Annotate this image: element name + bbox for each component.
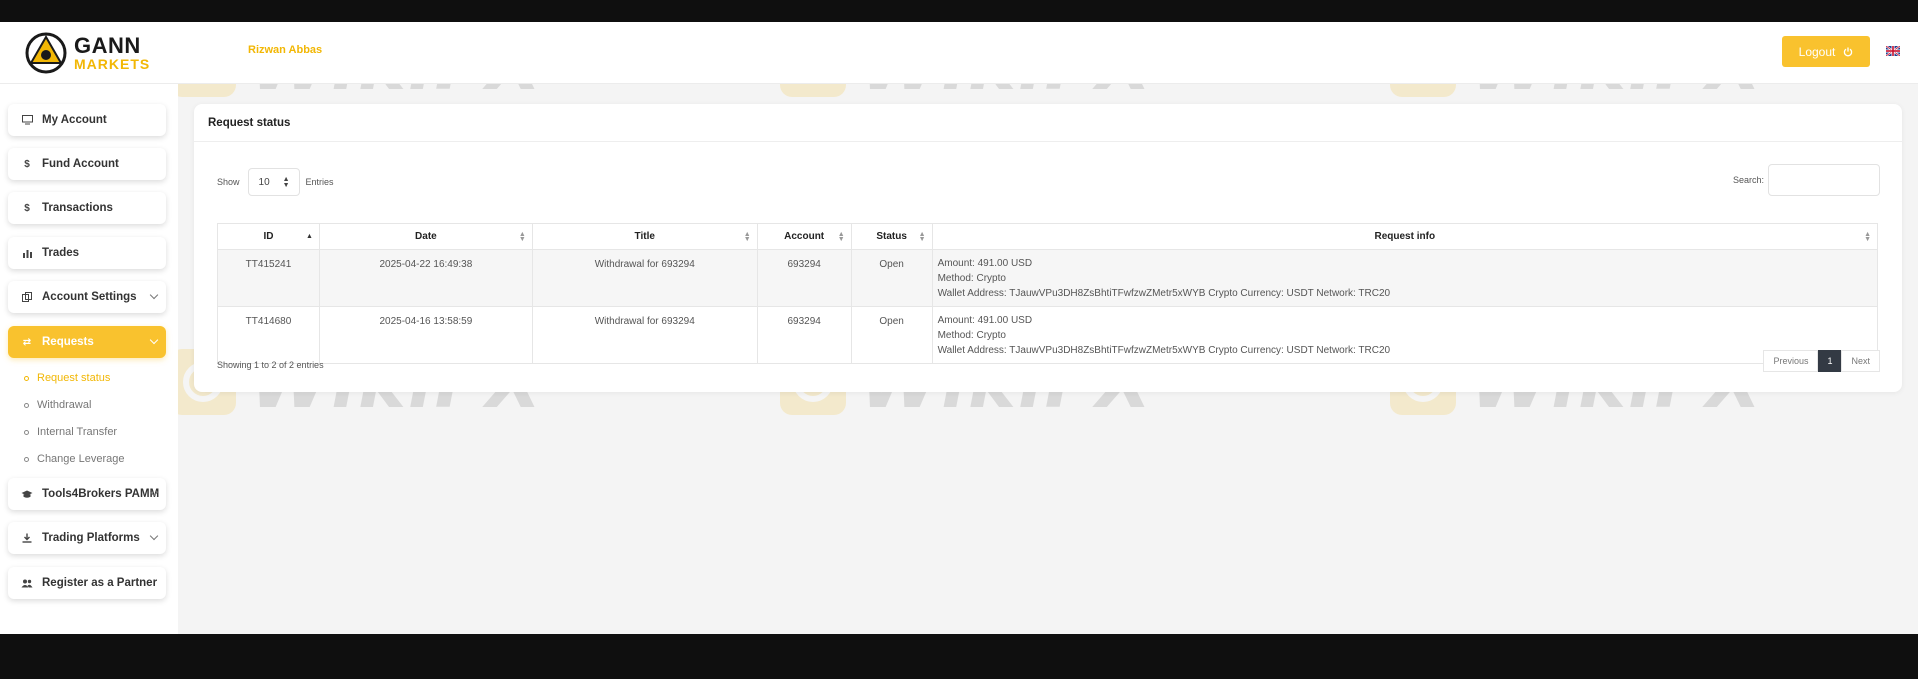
cell-title: Withdrawal for 693294 [531,306,758,364]
sort-icon: ▲ ▼ [518,231,526,243]
power-icon [1844,47,1853,56]
users-icon [20,579,34,588]
column-header-title[interactable]: Title ▲ ▼ [531,223,758,250]
download-icon [20,533,34,543]
sort-icon: ▲ ▼ [743,231,751,243]
circle-icon [24,402,29,408]
cell-request-info: Amount: 491.00 USD Method: Crypto Wallet… [931,306,1879,364]
sidebar-subitem-withdrawal[interactable]: Withdrawal [24,399,91,411]
cell-account: 693294 [756,306,852,364]
sidebar-item-pamm[interactable]: Tools4Brokers PAMM [8,478,166,510]
logo-text-bottom: MARKETS [74,56,151,72]
cell-date: 2025-04-16 13:58:59 [318,306,533,364]
brand-logo[interactable]: GANN MARKETS [24,30,150,76]
sidebar-subitem-change-leverage[interactable]: Change Leverage [24,453,124,465]
gann-logo-icon [25,32,67,74]
table-row: TT414680 2025-04-16 13:58:59 Withdrawal … [217,306,1879,364]
top-bar: GANN MARKETS Rizwan Abbas Logout [0,22,1918,84]
dollar-icon: $ [24,202,30,214]
cell-status: Open [850,306,933,364]
dollar-icon: $ [24,158,30,170]
request-status-card: Request status Show 10 ▲ ▼ Entries Search… [194,104,1902,392]
sort-asc-icon: ▲ [306,233,313,240]
sidebar-item-trading-platforms[interactable]: Trading Platforms [8,522,166,554]
logout-button[interactable]: Logout [1782,36,1870,67]
sidebar-item-my-account[interactable]: My Account [8,104,166,136]
graduation-cap-icon [20,490,34,499]
sidebar-item-account-settings[interactable]: Account Settings [8,281,166,313]
user-name: Rizwan Abbas [248,44,323,56]
logout-label: Logout [1798,44,1836,59]
cell-id: TT414680 [217,306,320,364]
table-header-row: ID ▲ Date ▲ ▼ Title ▲ ▼ Account ▲ ▼ Status ▲ ▼ Re… [217,223,1879,250]
cell-request-info: Amount: 491.00 USD Method: Crypto Wallet… [931,249,1879,307]
entries-length-select[interactable]: 10 ▲ ▼ [247,168,300,196]
monitor-icon [20,115,34,125]
column-header-id[interactable]: ID ▲ [217,223,320,250]
app-viewport: WikiFX WikiFX WikiFX WikiFX WikiFX WikiF… [0,22,1918,634]
cell-title: Withdrawal for 693294 [531,249,758,307]
sidebar-item-trades[interactable]: Trades [8,237,166,269]
sort-updown-icon: ▲ ▼ [282,176,290,189]
sort-icon: ▲ ▼ [1864,231,1871,243]
table-info: Showing 1 to 2 of 2 entries [217,360,324,370]
page-title: Request status [194,104,1902,142]
pagination: Previous 1 Next [1763,350,1880,372]
cell-status: Open [850,249,933,307]
exchange-icon: ⇄ [22,336,32,348]
requests-table: ID ▲ Date ▲ ▼ Title ▲ ▼ Account ▲ ▼ Status ▲ ▼ Re… [217,223,1879,364]
chevron-down-icon [149,290,159,300]
circle-icon [24,375,29,381]
column-header-request-info[interactable]: Request info ▲ ▼ [931,223,1879,250]
circle-icon [24,429,29,435]
cell-account: 693294 [756,249,852,307]
sidebar-subitem-request-status[interactable]: Request status [24,372,110,384]
next-page-button[interactable]: Next [1841,350,1880,372]
cell-date: 2025-04-22 16:49:38 [318,249,533,307]
circle-icon [24,456,29,462]
column-header-date[interactable]: Date ▲ ▼ [318,223,533,250]
sidebar: My Account $ Fund Account $ Transactions… [0,84,178,634]
sort-icon: ▲ ▼ [837,231,845,243]
sidebar-item-register-partner[interactable]: Register as a Partner [8,567,166,599]
search-control: Search: [1733,164,1880,196]
chevron-down-icon [149,335,159,345]
chevron-down-icon [149,531,159,541]
column-header-account[interactable]: Account ▲ ▼ [756,223,852,250]
sidebar-item-fund-account[interactable]: $ Fund Account [8,148,166,180]
sidebar-item-requests[interactable]: ⇄ Requests [8,326,166,358]
sidebar-subitem-internal-transfer[interactable]: Internal Transfer [24,426,117,438]
bar-chart-icon [20,249,34,258]
logo-text-top: GANN [74,33,141,58]
table-row: TT415241 2025-04-22 16:49:38 Withdrawal … [217,249,1879,307]
sort-icon: ▲ ▼ [918,231,926,243]
cell-id: TT415241 [217,249,320,307]
length-control: Show 10 ▲ ▼ Entries [217,168,334,196]
column-header-status[interactable]: Status ▲ ▼ [850,223,933,250]
page-1-button[interactable]: 1 [1818,350,1842,372]
sidebar-item-transactions[interactable]: $ Transactions [8,192,166,224]
copy-icon [20,292,34,302]
previous-page-button[interactable]: Previous [1763,350,1819,372]
uk-flag-icon[interactable] [1886,46,1900,56]
search-input[interactable] [1768,164,1880,196]
